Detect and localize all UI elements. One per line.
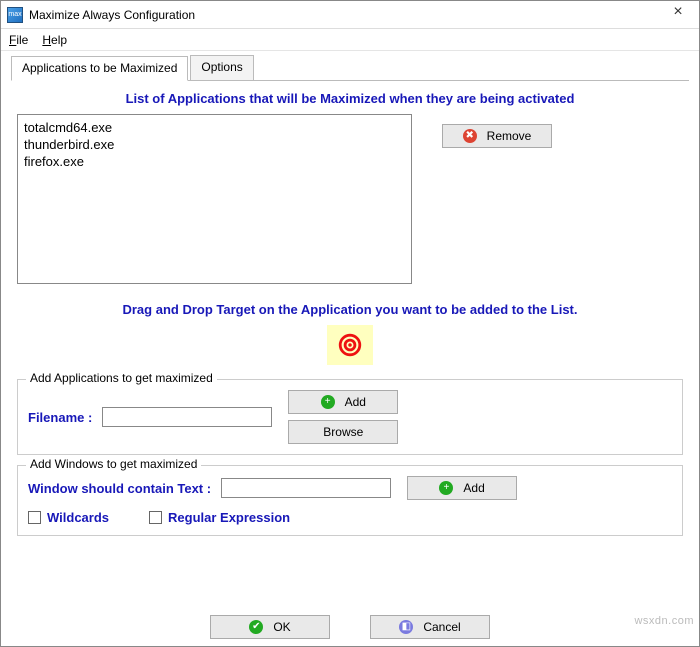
dialog-buttons: ✔ OK ◧ Cancel [0, 615, 700, 639]
check-icon: ✔ [249, 620, 263, 634]
group-windows-legend: Add Windows to get maximized [26, 457, 201, 471]
tabs: Applications to be Maximized Options [11, 55, 689, 81]
list-item[interactable]: thunderbird.exe [24, 136, 405, 153]
remove-label: Remove [487, 129, 532, 143]
list-item[interactable]: totalcmd64.exe [24, 119, 405, 136]
drag-heading: Drag and Drop Target on the Application … [11, 302, 689, 317]
content-area: Applications to be Maximized Options Lis… [1, 51, 699, 536]
ok-button[interactable]: ✔ OK [210, 615, 330, 639]
checkbox-icon [149, 511, 162, 524]
group-add-applications: Add Applications to get maximized Filena… [17, 379, 683, 455]
browse-button[interactable]: Browse [288, 420, 398, 444]
cancel-label: Cancel [423, 620, 460, 634]
add-app-button[interactable]: + Add [288, 390, 398, 414]
add-window-label: Add [463, 481, 484, 495]
remove-icon: ✖ [463, 129, 477, 143]
wildcards-label: Wildcards [47, 510, 109, 525]
browse-label: Browse [323, 425, 363, 439]
list-item[interactable]: firefox.exe [24, 153, 405, 170]
plus-icon: + [321, 395, 335, 409]
regex-checkbox[interactable]: Regular Expression [149, 510, 290, 525]
tab-applications[interactable]: Applications to be Maximized [11, 56, 188, 81]
drag-target[interactable] [327, 325, 373, 365]
add-app-label: Add [345, 395, 366, 409]
checkbox-icon [28, 511, 41, 524]
filename-input[interactable] [102, 407, 272, 427]
app-icon: max [7, 7, 23, 23]
menu-help[interactable]: Help [42, 33, 67, 47]
cancel-icon: ◧ [399, 620, 413, 634]
list-heading: List of Applications that will be Maximi… [11, 91, 689, 106]
target-icon [336, 331, 364, 359]
menubar: File Help [1, 29, 699, 51]
add-window-button[interactable]: + Add [407, 476, 517, 500]
menu-file[interactable]: File [9, 33, 28, 47]
group-add-windows: Add Windows to get maximized Window shou… [17, 465, 683, 536]
wildcards-checkbox[interactable]: Wildcards [28, 510, 109, 525]
filename-label: Filename : [28, 410, 92, 425]
regex-label: Regular Expression [168, 510, 290, 525]
window-text-input[interactable] [221, 478, 391, 498]
group-apps-legend: Add Applications to get maximized [26, 371, 217, 385]
window-title: Maximize Always Configuration [29, 8, 195, 22]
tab-options[interactable]: Options [190, 55, 253, 80]
remove-button[interactable]: ✖ Remove [442, 124, 552, 148]
plus-icon: + [439, 481, 453, 495]
titlebar: max Maximize Always Configuration × [1, 1, 699, 29]
watermark: wsxdn.com [634, 615, 694, 627]
ok-label: OK [273, 620, 290, 634]
close-icon[interactable]: × [663, 3, 693, 21]
window-text-label: Window should contain Text : [28, 481, 211, 496]
cancel-button[interactable]: ◧ Cancel [370, 615, 490, 639]
applications-listbox[interactable]: totalcmd64.exe thunderbird.exe firefox.e… [17, 114, 412, 284]
